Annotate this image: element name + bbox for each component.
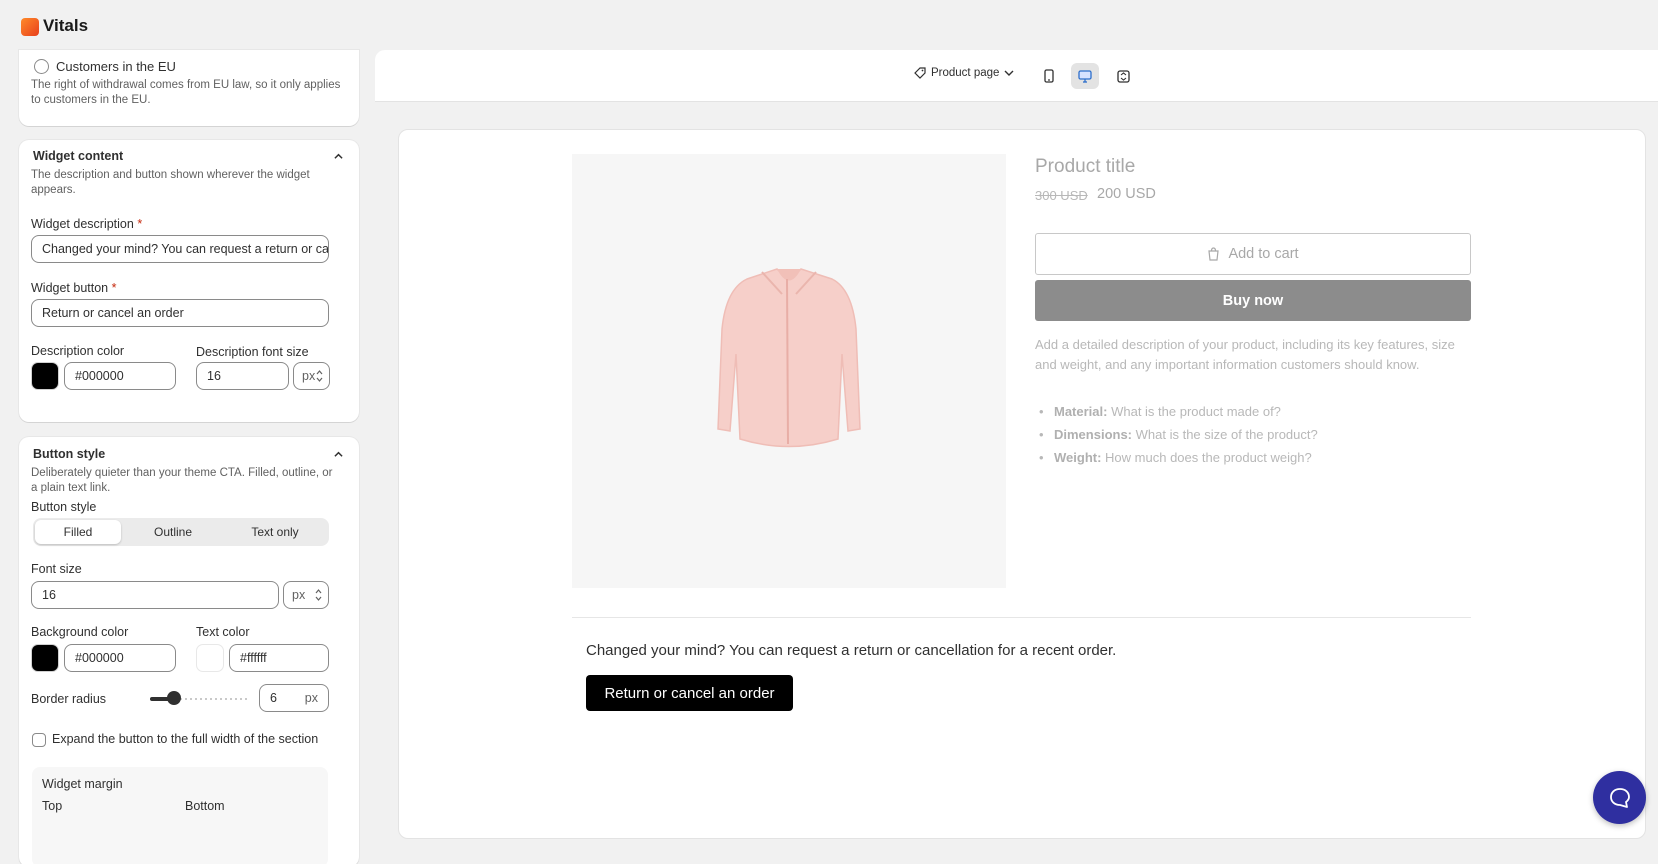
feature-weight: Weight: How much does the product weigh?: [1035, 446, 1465, 469]
widget-button-label: Widget button *: [31, 281, 117, 295]
button-style-help: Deliberately quieter than your theme CTA…: [31, 467, 333, 494]
border-radius-slider-thumb[interactable]: [167, 691, 181, 705]
product-old-price: 300 USD: [1035, 188, 1088, 203]
unit-label: px: [292, 588, 306, 602]
widget-content-title: Widget content: [33, 149, 124, 163]
widget-description-preview: Changed your mind? You can request a ret…: [586, 642, 1117, 659]
product-description: Add a detailed description of your produ…: [1035, 337, 1455, 372]
add-to-cart-button[interactable]: Add to cart: [1035, 233, 1471, 275]
button-style-card: Button style Deliberately quieter than y…: [19, 437, 359, 864]
desktop-view-button[interactable]: [1071, 63, 1099, 89]
chat-support-button[interactable]: [1593, 771, 1646, 824]
product-image: [572, 154, 1006, 588]
product-price: 200 USD: [1097, 186, 1156, 202]
eligibility-card: Customers in the EU The right of withdra…: [19, 50, 359, 126]
widget-button-input[interactable]: Return or cancel an order: [31, 299, 329, 327]
feature-material: Material: What is the product made of?: [1035, 400, 1465, 423]
feature-key: Weight:: [1054, 450, 1102, 465]
feature-text: What is the product made of?: [1111, 404, 1281, 419]
margin-bottom-label: Bottom: [185, 799, 225, 813]
button-style-title: Button style: [33, 447, 106, 461]
top-bar: Vitals: [0, 0, 1658, 50]
text-color-input[interactable]: #ffffff: [229, 644, 329, 672]
style-outline-option[interactable]: Outline: [128, 520, 218, 544]
feature-key: Material:: [1054, 404, 1108, 419]
description-font-size-label: Description font size: [196, 345, 309, 359]
tag-icon: [914, 67, 926, 79]
margin-top-label: Top: [42, 799, 63, 813]
widget-margin-box: Widget margin Top Bottom: [32, 767, 328, 864]
font-size-label: Font size: [31, 562, 82, 576]
border-radius-input[interactable]: 6 px: [259, 684, 329, 712]
app-title: Vitals: [43, 16, 89, 35]
page-type-label: Product page: [931, 67, 1000, 79]
border-radius-label: Border radius: [31, 692, 107, 706]
select-arrows-icon: [315, 589, 322, 601]
widget-content-help: The description and button shown whereve…: [31, 169, 310, 196]
shirt-icon: [717, 268, 861, 448]
background-color-input[interactable]: #000000: [64, 644, 176, 672]
app-logo-icon: [21, 18, 39, 36]
cart-icon: [1208, 247, 1220, 261]
background-color-label: Background color: [31, 625, 129, 639]
page-type-select[interactable]: Product page: [914, 67, 1014, 79]
product-title: Product title: [1035, 156, 1136, 177]
style-filled-option[interactable]: Filled: [35, 520, 121, 544]
mobile-icon: [1044, 69, 1054, 83]
chevron-down-icon: [1004, 70, 1014, 76]
section-divider: [572, 617, 1471, 618]
feature-dimensions: Dimensions: What is the size of the prod…: [1035, 423, 1465, 446]
button-style-segmented-control: Filled Outline Text only: [33, 518, 329, 546]
style-text-only-option[interactable]: Text only: [223, 520, 327, 544]
border-radius-unit: px: [304, 691, 318, 705]
text-color-swatch[interactable]: [196, 644, 224, 672]
unit-label: px: [302, 369, 316, 383]
description-font-size-input[interactable]: 16: [196, 362, 289, 390]
desktop-icon: [1078, 69, 1092, 83]
chevron-up-icon[interactable]: [334, 450, 343, 459]
buy-now-button[interactable]: Buy now: [1035, 280, 1471, 321]
select-arrows-icon: [316, 370, 323, 382]
feature-key: Dimensions:: [1054, 427, 1133, 442]
widget-content-card: Widget content The description and butto…: [19, 140, 359, 422]
description-color-swatch[interactable]: [31, 362, 59, 390]
widget-description-label: Widget description *: [31, 217, 143, 231]
add-to-cart-label: Add to cart: [1228, 246, 1299, 262]
background-color-swatch[interactable]: [31, 644, 59, 672]
chevron-up-icon[interactable]: [334, 152, 343, 161]
mobile-view-button[interactable]: [1035, 63, 1063, 89]
fullscreen-view-button[interactable]: [1109, 63, 1137, 89]
description-color-label: Description color: [31, 344, 125, 358]
full-width-label: Expand the button to the full width of t…: [52, 732, 319, 746]
full-width-checkbox[interactable]: [32, 733, 46, 747]
chat-icon: [1609, 787, 1630, 808]
font-size-unit-select[interactable]: px: [283, 581, 329, 609]
text-color-label: Text color: [196, 625, 250, 639]
eu-customers-label: Customers in the EU: [56, 59, 176, 74]
description-color-input[interactable]: #000000: [64, 362, 176, 390]
expand-icon: [1116, 69, 1130, 83]
product-feature-list: Material: What is the product made of? D…: [1035, 400, 1465, 469]
widget-margin-title: Widget margin: [42, 777, 123, 791]
feature-text: How much does the product weigh?: [1105, 450, 1312, 465]
font-size-input[interactable]: 16: [31, 581, 279, 609]
eu-customers-radio[interactable]: [34, 59, 49, 74]
feature-text: What is the size of the product?: [1135, 427, 1318, 442]
preview-toolbar: [375, 50, 1658, 102]
border-radius-value: 6: [270, 691, 277, 705]
description-font-unit-select[interactable]: px: [293, 362, 330, 390]
button-style-label: Button style: [31, 500, 97, 514]
widget-description-input[interactable]: Changed your mind? You can request a ret…: [31, 235, 329, 263]
eu-help-text: The right of withdrawal comes from EU la…: [31, 79, 341, 106]
return-cancel-button-preview[interactable]: Return or cancel an order: [586, 675, 793, 711]
